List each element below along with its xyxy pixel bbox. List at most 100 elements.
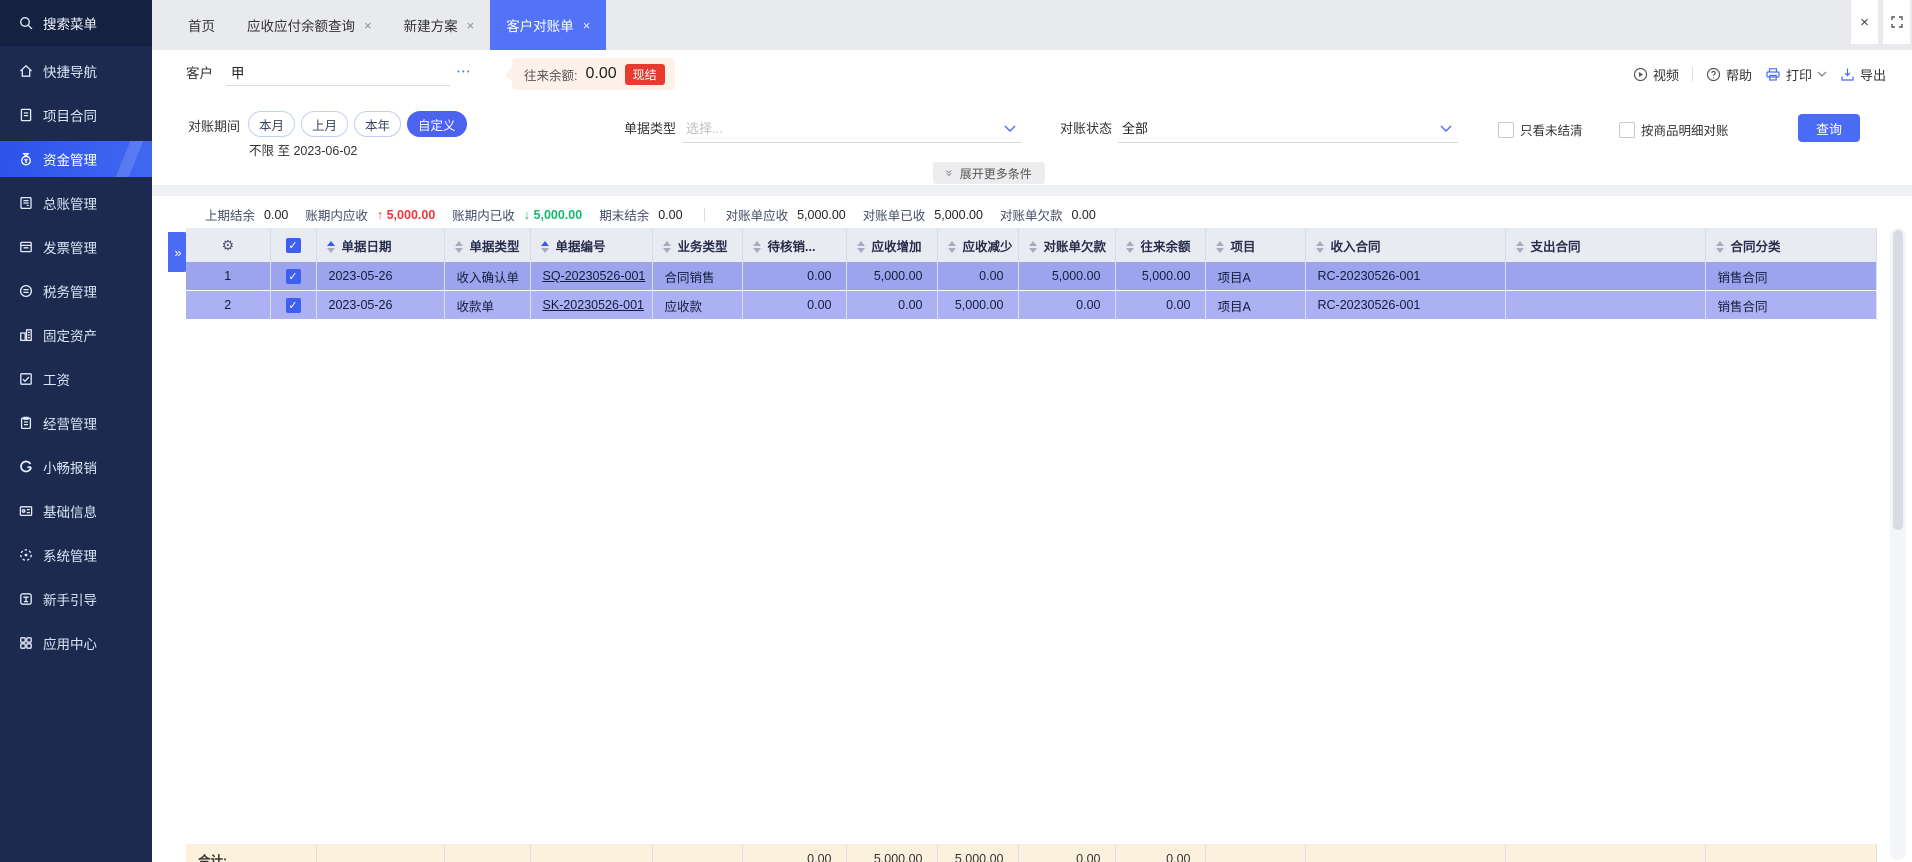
- tab-bar: 首页 应收应付余额查询 × 新建方案 × 客户对账单 × ×: [152, 0, 1912, 50]
- sidebar-search-menu[interactable]: 搜索菜单: [0, 0, 152, 46]
- sort-icon[interactable]: [1215, 241, 1224, 254]
- help-button[interactable]: 帮助: [1706, 65, 1752, 84]
- double-chevron-right-icon: »: [174, 244, 182, 260]
- sidebar-item-project-contract[interactable]: 项目合同: [0, 97, 152, 133]
- close-tab-icon[interactable]: ×: [467, 18, 475, 33]
- query-button[interactable]: 查询: [1798, 114, 1860, 142]
- export-icon: [1840, 67, 1855, 82]
- sidebar-item-newbie-guide[interactable]: 新手引导: [0, 581, 152, 617]
- close-tab-icon[interactable]: ×: [364, 18, 372, 33]
- period-this-year[interactable]: 本年: [354, 111, 402, 137]
- close-tab-icon[interactable]: ×: [583, 18, 591, 33]
- stat-closing-balance: 期末结余 0.00: [599, 207, 683, 224]
- question-circle-icon: [1706, 67, 1721, 82]
- print-button[interactable]: 打印: [1765, 65, 1827, 84]
- period-last-month[interactable]: 上月: [301, 111, 349, 137]
- sort-icon[interactable]: [752, 241, 761, 254]
- scrollbar-thumb[interactable]: [1893, 230, 1903, 530]
- period-custom[interactable]: 自定义: [407, 111, 467, 137]
- sort-icon[interactable]: [1315, 241, 1324, 254]
- sort-icon[interactable]: [947, 241, 956, 254]
- expand-side-panel-button[interactable]: »: [168, 232, 188, 272]
- sidebar-item-business-management[interactable]: 经营管理: [0, 405, 152, 441]
- vertical-scrollbar[interactable]: [1890, 228, 1906, 860]
- column-header-expense-contract[interactable]: 支出合同: [1505, 228, 1706, 262]
- sort-icon[interactable]: [1515, 241, 1524, 254]
- column-header-ar-increase[interactable]: 应收增加: [846, 228, 938, 262]
- row-checkbox[interactable]: ✓: [285, 268, 301, 284]
- select-all-cell: ✓: [270, 228, 317, 262]
- column-header-contract-class[interactable]: 合同分类: [1705, 228, 1877, 262]
- base-info-icon: [17, 503, 34, 520]
- video-button[interactable]: 视频: [1633, 65, 1679, 84]
- cell-project: 项目A: [1205, 290, 1306, 320]
- sort-icon[interactable]: [662, 241, 671, 254]
- column-settings-button[interactable]: ⚙: [186, 228, 271, 262]
- sidebar-item-tax-management[interactable]: 税务管理: [0, 273, 152, 309]
- sort-icon[interactable]: [454, 241, 463, 254]
- search-icon: [17, 15, 34, 32]
- expand-more-button[interactable]: » 展开更多条件: [933, 162, 1045, 184]
- sort-asc-icon[interactable]: [540, 241, 549, 254]
- tab-new-plan[interactable]: 新建方案 ×: [388, 0, 491, 50]
- export-button[interactable]: 导出: [1840, 65, 1886, 84]
- sort-icon[interactable]: [1125, 241, 1134, 254]
- sidebar-nav: 快捷导航 项目合同 资金管理 总账管理 发票管理 税务管理 固定资产 工资 经营…: [0, 46, 152, 661]
- sidebar-item-general-ledger[interactable]: 总账管理: [0, 185, 152, 221]
- table-row[interactable]: 1 ✓ 2023-05-26 收入确认单 SQ-20230526-001 合同销…: [186, 262, 1877, 291]
- sort-icon[interactable]: [856, 241, 865, 254]
- fullscreen-button[interactable]: [1883, 0, 1910, 44]
- sort-icon[interactable]: [1028, 241, 1037, 254]
- sidebar-item-funds-management[interactable]: 资金管理: [0, 141, 152, 177]
- row-checkbox[interactable]: ✓: [285, 297, 301, 313]
- stats-divider: [703, 207, 705, 222]
- column-header-doc-no[interactable]: 单据编号: [530, 228, 653, 262]
- column-header-doc-type[interactable]: 单据类型: [444, 228, 531, 262]
- sidebar-item-quick-nav[interactable]: 快捷导航: [0, 53, 152, 89]
- select-all-checkbox[interactable]: ✓: [285, 237, 301, 253]
- column-header-pending[interactable]: 待核销...: [742, 228, 847, 262]
- column-header-doc-date[interactable]: 单据日期: [316, 228, 445, 262]
- only-unsettled-checkbox[interactable]: 只看未结清: [1498, 120, 1583, 139]
- page-toolbar: 视频 帮助 打印 导出: [1633, 50, 1886, 98]
- table-row[interactable]: 2 ✓ 2023-05-26 收款单 SK-20230526-001 应收款 0…: [186, 290, 1877, 320]
- customer-label: 客户: [186, 66, 213, 81]
- chevron-down-icon[interactable]: [1004, 125, 1016, 132]
- sidebar-item-xiaochang-expense[interactable]: 小畅报销: [0, 449, 152, 485]
- date-range-text[interactable]: 不限 至 2023-06-02: [249, 140, 357, 159]
- tab-customer-statement[interactable]: 客户对账单 ×: [490, 0, 607, 50]
- column-header-ar-decrease[interactable]: 应收减少: [937, 228, 1019, 262]
- tab-balance-query[interactable]: 应收应付余额查询 ×: [231, 0, 388, 50]
- column-header-statement-due[interactable]: 对账单欠款: [1018, 228, 1116, 262]
- sort-asc-icon[interactable]: [326, 241, 335, 254]
- cell-expense-contract: [1505, 262, 1706, 291]
- customer-field[interactable]: 甲: [231, 50, 245, 98]
- settle-now-badge[interactable]: 现结: [624, 63, 665, 85]
- stat-period-received: 账期内已收 ↓ 5,000.00: [452, 207, 583, 224]
- sidebar-item-salary[interactable]: 工资: [0, 361, 152, 397]
- sidebar-item-invoice-management[interactable]: 发票管理: [0, 229, 152, 265]
- down-arrow-icon: ↓: [523, 207, 531, 222]
- contract-icon: [17, 107, 34, 124]
- sidebar-item-app-center[interactable]: 应用中心: [0, 625, 152, 661]
- doc-type-select[interactable]: 选择...: [686, 118, 723, 137]
- column-header-income-contract[interactable]: 收入合同: [1305, 228, 1506, 262]
- sidebar-item-system-management[interactable]: 系统管理: [0, 537, 152, 573]
- sort-icon[interactable]: [1715, 241, 1724, 254]
- statement-status-select[interactable]: 全部: [1122, 118, 1148, 137]
- doc-no-link[interactable]: SK-20230526-001: [543, 298, 644, 312]
- sidebar-item-fixed-assets[interactable]: 固定资产: [0, 317, 152, 353]
- doc-no-link[interactable]: SQ-20230526-001: [543, 269, 646, 283]
- tab-home[interactable]: 首页: [172, 0, 231, 50]
- customer-picker-button[interactable]: ⋯: [456, 50, 472, 94]
- cell-doc-type: 收入确认单: [444, 262, 531, 291]
- chevron-down-icon[interactable]: [1440, 125, 1452, 132]
- column-header-balance[interactable]: 往来余额: [1115, 228, 1206, 262]
- column-header-biz-type[interactable]: 业务类型: [652, 228, 743, 262]
- by-item-detail-checkbox[interactable]: 按商品明细对账: [1619, 120, 1729, 139]
- close-window-button[interactable]: ×: [1851, 0, 1878, 44]
- period-this-month[interactable]: 本月: [248, 111, 296, 137]
- column-header-project[interactable]: 项目: [1205, 228, 1306, 262]
- section-gap: [152, 185, 1912, 196]
- sidebar-item-base-info[interactable]: 基础信息: [0, 493, 152, 529]
